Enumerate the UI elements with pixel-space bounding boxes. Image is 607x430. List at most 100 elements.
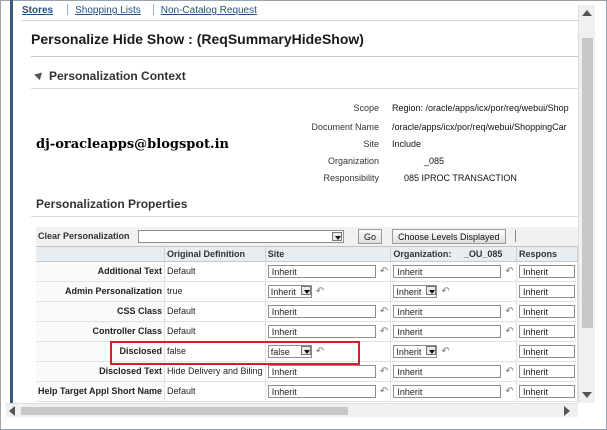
site-label: Site — [363, 139, 379, 149]
horizontal-scroll-thumb[interactable] — [21, 407, 348, 415]
responsibility-input[interactable]: Inherit — [518, 384, 575, 398]
organization-value: _085 — [424, 156, 445, 166]
scope-label: Scope — [353, 103, 379, 113]
col-header-property — [36, 247, 166, 262]
tab-stores[interactable]: Stores — [22, 5, 53, 16]
table-header-row: Original Definition Site Organization: _… — [36, 247, 578, 262]
revert-icon[interactable]: ↶ — [441, 346, 449, 357]
property-name: Help Target Appl Short Name — [36, 381, 166, 402]
revert-icon[interactable]: ↶ — [505, 326, 513, 337]
revert-icon[interactable]: ↶ — [505, 386, 513, 397]
collapse-triangle-icon[interactable] — [34, 69, 45, 81]
responsibility-input[interactable]: Inherit — [518, 324, 575, 338]
vertical-scroll-thumb[interactable] — [582, 38, 593, 328]
revert-icon[interactable]: ↶ — [380, 306, 388, 317]
property-name: Admin Personalization — [36, 281, 166, 302]
scope-row: Scope — [259, 103, 379, 115]
organization-cell: Inherit ↶ — [390, 281, 517, 302]
table-row: Controller Class Default Inherit ↶ Inherit ↶ I… — [36, 321, 578, 342]
properties-grid: Original Definition Site Organization: _… — [36, 247, 578, 403]
chevron-down-icon[interactable] — [426, 285, 437, 295]
blog-watermark: dj-oracleapps@blogspot.in — [36, 137, 229, 152]
responsibility-input[interactable]: Inherit — [518, 304, 575, 318]
chevron-down-icon[interactable] — [300, 285, 311, 295]
table-row: Additional Text Default Inherit ↶ Inherit ↶ In… — [36, 261, 578, 282]
go-button[interactable]: Go — [358, 229, 383, 244]
organization-cell: Inherit ↶ — [390, 301, 517, 322]
context-heading[interactable]: Personalization Context — [34, 69, 186, 83]
original-definition: Default — [164, 381, 266, 402]
site-select[interactable]: Inherit — [267, 284, 312, 298]
site-cell: Inherit ↶ — [265, 281, 392, 302]
scroll-right-icon[interactable] — [564, 406, 570, 416]
original-definition: true — [164, 281, 266, 302]
responsibility-cell: Inherit — [516, 361, 578, 382]
responsibility-input[interactable]: Inherit — [518, 344, 575, 358]
organization-row: Organization — [259, 156, 379, 168]
tab-shopping-lists[interactable]: Shopping Lists — [75, 5, 141, 16]
properties-divider — [31, 216, 578, 217]
responsibility-input[interactable]: Inherit — [518, 284, 575, 298]
revert-icon[interactable]: ↶ — [441, 286, 449, 297]
revert-icon[interactable]: ↶ — [505, 266, 513, 277]
left-accent-bar — [10, 0, 13, 406]
organization-cell: Inherit ↶ — [390, 261, 517, 282]
horizontal-scrollbar[interactable] — [6, 403, 578, 417]
revert-icon[interactable]: ↶ — [380, 266, 388, 277]
revert-icon[interactable]: ↶ — [316, 286, 324, 297]
site-input[interactable]: Inherit — [267, 264, 376, 278]
properties-heading: Personalization Properties — [36, 197, 188, 211]
scroll-left-icon[interactable] — [9, 406, 15, 416]
document-row: Document Name — [259, 122, 379, 134]
responsibility-input[interactable]: Inherit — [518, 264, 575, 278]
organization-select[interactable]: Inherit — [393, 344, 438, 358]
properties-toolbar: Clear Personalization Go Choose Levels D… — [36, 227, 578, 247]
organization-cell: Inherit ↶ — [390, 381, 517, 402]
site-input[interactable]: Inherit — [267, 384, 376, 398]
page-title: Personalize Hide Show : (ReqSummaryHideS… — [31, 31, 364, 47]
col-header-responsibility: Respons — [516, 247, 578, 262]
responsibility-input[interactable]: Inherit — [518, 364, 575, 378]
organization-select[interactable]: Inherit — [393, 284, 438, 298]
chevron-down-icon[interactable] — [426, 345, 437, 355]
clear-personalization-label: Clear Personalization — [38, 231, 130, 241]
organization-input[interactable]: Inherit — [393, 364, 502, 378]
site-input[interactable]: Inherit — [267, 324, 376, 338]
organization-input[interactable]: Inherit — [393, 384, 502, 398]
responsibility-cell: Inherit — [516, 341, 578, 362]
top-nav-tabs: Stores Shopping Lists Non-Catalog Request — [22, 4, 269, 16]
site-cell: Inherit ↶ — [265, 261, 392, 282]
site-cell: Inherit ↶ — [265, 381, 392, 402]
scroll-up-icon[interactable] — [582, 10, 592, 16]
chevron-down-icon[interactable] — [332, 232, 342, 241]
document-name-label: Document Name — [311, 122, 379, 132]
site-input[interactable]: Inherit — [267, 364, 376, 378]
tabs-divider — [22, 20, 578, 21]
choose-levels-button[interactable]: Choose Levels Displayed — [392, 229, 506, 244]
col-header-organization-code: _OU_085 — [463, 248, 503, 259]
table-row: CSS Class Default Inherit ↶ Inherit ↶ Inherit — [36, 301, 578, 322]
organization-select-value: Inherit — [396, 346, 422, 357]
original-definition: Default — [164, 321, 266, 342]
responsibility-row: Responsibility — [259, 173, 379, 185]
revert-icon[interactable]: ↶ — [505, 366, 513, 377]
vertical-scrollbar[interactable] — [578, 5, 595, 403]
clear-personalization-select[interactable] — [138, 230, 344, 243]
organization-input[interactable]: Inherit — [393, 264, 502, 278]
revert-icon[interactable]: ↶ — [505, 306, 513, 317]
revert-icon[interactable]: ↶ — [380, 326, 388, 337]
responsibility-cell: Inherit — [516, 261, 578, 282]
disclosed-row-highlight — [110, 341, 360, 365]
organization-input[interactable]: Inherit — [393, 304, 502, 318]
tab-non-catalog-request[interactable]: Non-Catalog Request — [161, 5, 257, 16]
col-header-organization: Organization: _OU_085 — [390, 247, 517, 262]
property-name: CSS Class — [36, 301, 166, 322]
revert-icon[interactable]: ↶ — [380, 366, 388, 377]
title-divider — [31, 56, 578, 57]
organization-input[interactable]: Inherit — [393, 324, 502, 338]
scroll-down-icon[interactable] — [582, 392, 592, 398]
responsibility-cell: Inherit — [516, 321, 578, 342]
revert-icon[interactable]: ↶ — [380, 386, 388, 397]
site-value: Include — [392, 139, 422, 149]
site-input[interactable]: Inherit — [267, 304, 376, 318]
